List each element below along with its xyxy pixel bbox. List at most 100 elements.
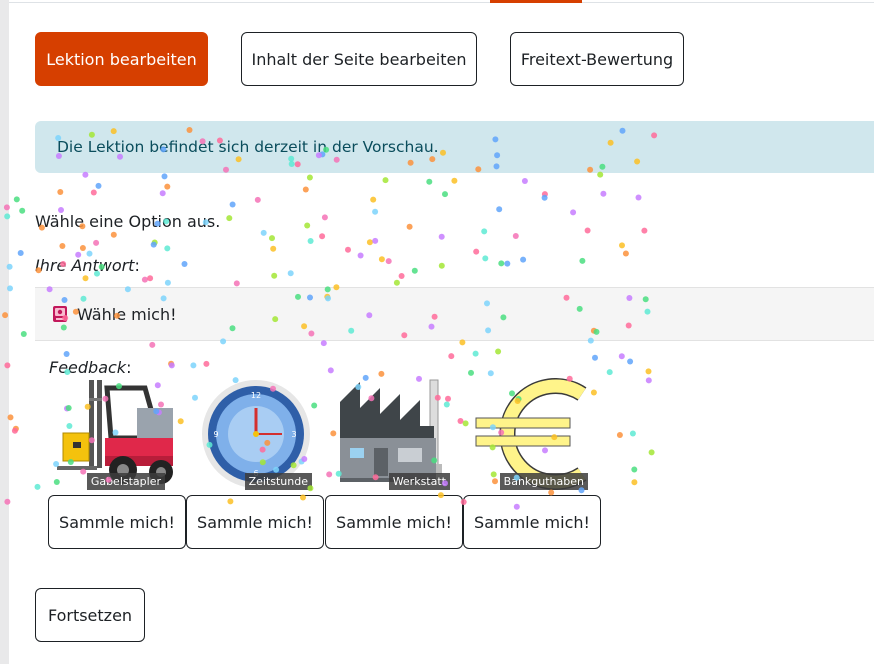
confetti-dot	[645, 377, 652, 384]
confetti-dot	[600, 190, 607, 197]
forklift-image: Gabelstapler	[49, 378, 173, 490]
confetti-dot	[327, 367, 334, 374]
confetti-dot	[93, 239, 100, 246]
confetti-dot	[481, 228, 488, 235]
svg-text:3: 3	[291, 430, 296, 439]
confetti-dot	[190, 362, 197, 369]
confetti-dot	[619, 242, 625, 249]
feedback-colon: :	[126, 358, 132, 377]
confetti-dot	[584, 227, 591, 234]
confetti-dot	[541, 191, 548, 198]
confetti-dot	[151, 239, 158, 246]
confetti-dot	[411, 267, 418, 274]
collect-forklift-button[interactable]: Sammle mich!	[48, 495, 186, 549]
confetti-dot	[203, 360, 210, 367]
your-answer-label: Ihre Antwort:	[35, 256, 140, 275]
clock-image: 12 3 6 9 Zeitstunde	[196, 378, 320, 490]
confetti-dot	[34, 483, 41, 490]
confetti-dot	[12, 425, 19, 432]
confetti-dot	[306, 174, 313, 181]
confetti-dot	[495, 348, 502, 355]
confetti-dot	[287, 270, 294, 277]
confetti-dot	[378, 370, 385, 377]
euro-caption: Bankguthaben	[499, 473, 588, 490]
confetti-dot	[457, 418, 464, 424]
confetti-dot	[59, 243, 66, 249]
confetti-dot	[631, 466, 638, 473]
confetti-dot	[541, 194, 548, 201]
confetti-dot	[11, 427, 18, 434]
confetti-dot	[110, 231, 117, 238]
confetti-dot	[504, 260, 511, 267]
confetti-dot	[271, 272, 278, 279]
confetti-dot	[622, 250, 629, 257]
confetti-dot	[319, 233, 326, 240]
euro-image: Bankguthaben	[472, 378, 596, 490]
your-answer-colon: :	[134, 256, 140, 275]
confetti-dot	[482, 255, 489, 262]
confetti-dot	[20, 331, 27, 337]
confetti-dot	[378, 256, 385, 263]
confetti-dot	[618, 353, 625, 360]
confetti-dot	[398, 273, 405, 279]
confetti-dot	[254, 196, 261, 203]
confetti-dot	[473, 248, 480, 255]
confetti-dot	[63, 351, 70, 357]
confetti-dot	[520, 256, 527, 263]
confetti-dot	[641, 227, 648, 234]
confetti-dot	[512, 233, 519, 239]
confetti-dot	[161, 173, 168, 180]
confetti-dot	[627, 358, 634, 365]
confetti-dot	[616, 432, 623, 438]
svg-text:9: 9	[213, 430, 218, 439]
confetti-dot	[260, 229, 267, 236]
top-divider	[9, 2, 874, 3]
confetti-dot	[426, 178, 433, 185]
confetti-dot	[370, 196, 377, 203]
confetti-dot	[385, 258, 392, 265]
confetti-dot	[438, 233, 445, 240]
confetti-dot	[269, 235, 275, 242]
confetti-dot	[147, 275, 154, 282]
confetti-dot	[592, 354, 598, 361]
collect-clock-button[interactable]: Sammle mich!	[186, 495, 324, 549]
confetti-dot	[579, 257, 586, 264]
confetti-dot	[382, 177, 389, 184]
essay-grading-button[interactable]: Freitext-Bewertung	[510, 32, 684, 86]
collect-factory-button[interactable]: Sammle mich!	[325, 495, 463, 549]
preview-alert: Die Lektion befindet sich derzeit in der…	[35, 121, 874, 173]
factory-image: Werkstatt	[334, 378, 458, 490]
confetti-dot	[438, 262, 445, 269]
left-rail	[0, 0, 9, 664]
confetti-dot	[451, 177, 458, 184]
svg-text:12: 12	[251, 391, 261, 400]
clock-caption: Zeitstunde	[244, 473, 312, 490]
confetti-dot	[496, 206, 503, 213]
confetti-dot	[321, 214, 328, 221]
confetti-dot	[57, 189, 64, 195]
collect-euro-button[interactable]: Sammle mich!	[463, 495, 601, 549]
confetti-dot	[82, 275, 89, 282]
confetti-dot	[19, 207, 26, 214]
active-tab-indicator	[490, 0, 582, 3]
confetti-dot	[372, 208, 379, 215]
continue-button[interactable]: Fortsetzen	[35, 588, 145, 642]
confetti-dot	[302, 186, 309, 193]
edit-lesson-button[interactable]: Lektion bearbeiten	[35, 32, 208, 86]
confetti-dot	[90, 189, 97, 196]
confetti-dot	[168, 362, 175, 369]
confetti-dot	[164, 279, 171, 286]
confetti-dot	[320, 340, 327, 347]
confetti-dot	[270, 245, 277, 252]
confetti-dot	[233, 280, 240, 287]
confetti-dot	[95, 182, 102, 189]
selected-answer-row: Wähle mich!	[35, 287, 874, 341]
edit-page-content-button[interactable]: Inhalt der Seite bearbeiten	[241, 32, 477, 86]
confetti-dot	[606, 369, 613, 376]
confetti-dot	[462, 420, 469, 427]
confetti-dot	[150, 241, 157, 248]
confetti-dot	[177, 418, 184, 425]
answer-marker-icon	[51, 305, 69, 323]
confetti-dot	[226, 215, 233, 222]
confetti-dot	[498, 260, 505, 267]
